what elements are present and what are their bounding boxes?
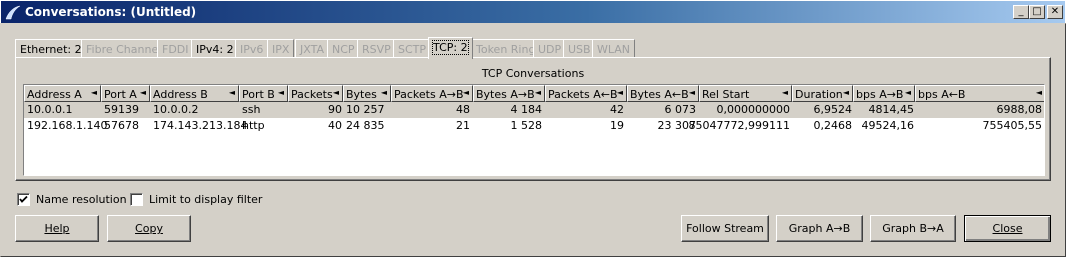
tab-jxta[interactable]: JXTA (295, 39, 329, 58)
sort-arrow-icon: ◄ (228, 88, 235, 97)
graph-b-to-a-button[interactable]: Graph B→A (870, 215, 956, 242)
copy-button[interactable]: Copy (107, 215, 191, 242)
col-header-rel-start[interactable]: Rel Start ◄ (699, 85, 792, 102)
close-button[interactable]: Close (964, 215, 1051, 242)
col-header-duration[interactable]: Duration ◄ (792, 85, 853, 102)
col-header-bytes[interactable]: Bytes ◄ (343, 85, 391, 102)
conversations-table[interactable]: Address A ◄ Port A ◄ Address B ◄ Port B ◄ Pa… (23, 84, 1045, 176)
col-header-port-a[interactable]: Port A ◄ (101, 85, 150, 102)
col-header-packets-a-to-b[interactable]: Packets A→B ◄ (391, 85, 473, 102)
sort-arrow-icon: ◄ (90, 88, 97, 97)
sort-arrow-icon: ◄ (139, 88, 146, 97)
tab-token-ring[interactable]: Token Ring (471, 39, 541, 58)
maximize-icon: □ (1032, 6, 1042, 17)
graph-a-to-b-button[interactable]: Graph A→B (776, 215, 863, 242)
sort-arrow-icon: ◄ (781, 88, 788, 97)
title-bar[interactable]: Conversations: (Untitled) _ □ ✕ (0, 0, 1066, 23)
limit-filter-box[interactable] (130, 193, 143, 206)
tab-fibre-channel[interactable]: Fibre Channel (81, 39, 167, 58)
help-button[interactable]: Help (15, 215, 99, 242)
name-resolution-box[interactable] (17, 193, 30, 206)
sort-arrow-icon: ◄ (332, 88, 339, 97)
limit-filter-label: Limit to display filter (149, 193, 263, 206)
col-header-port-b[interactable]: Port B ◄ (239, 85, 288, 102)
sort-arrow-icon: ◄ (616, 88, 623, 97)
sort-arrow-icon: ◄ (534, 88, 541, 97)
sort-arrow-icon: ◄ (904, 88, 911, 97)
table-row[interactable]: 192.168.1.140 57678 174.143.213.184 http… (24, 118, 1044, 134)
tab-ipv6[interactable]: IPv6 (235, 39, 269, 58)
sort-arrow-icon: ◄ (688, 88, 695, 97)
table-row[interactable]: 10.0.0.1 59139 10.0.0.2 ssh 90 10 257 48… (24, 102, 1044, 118)
tab-tcp[interactable]: TCP: 2 (428, 37, 473, 59)
sort-arrow-icon: ◄ (1035, 88, 1042, 97)
checkmark-icon (19, 195, 28, 203)
col-header-bps-a-to-b[interactable]: bps A→B ◄ (853, 85, 915, 102)
tab-wlan[interactable]: WLAN (592, 39, 636, 58)
tab-ethernet[interactable]: Ethernet: 2 (15, 39, 87, 58)
col-header-bytes-b-to-a[interactable]: Bytes A←B ◄ (627, 85, 699, 102)
col-header-address-a[interactable]: Address A ◄ (24, 85, 101, 102)
col-header-bytes-a-to-b[interactable]: Bytes A→B ◄ (473, 85, 545, 102)
table-title: TCP Conversations (481, 67, 585, 80)
tab-usb[interactable]: USB (563, 39, 596, 58)
tab-ipx[interactable]: IPX (267, 39, 295, 58)
window-title: Conversations: (Untitled) (25, 5, 197, 19)
minimize-button[interactable]: _ (1013, 5, 1029, 19)
sort-arrow-icon: ◄ (380, 88, 387, 97)
maximize-button[interactable]: □ (1029, 5, 1045, 19)
col-header-packets[interactable]: Packets ◄ (288, 85, 343, 102)
tab-ipv4[interactable]: IPv4: 2 (191, 39, 239, 58)
col-header-packets-b-to-a[interactable]: Packets A←B ◄ (545, 85, 627, 102)
tab-sctp[interactable]: SCTP (393, 39, 432, 58)
table-header: Address A ◄ Port A ◄ Address B ◄ Port B ◄ Pa… (24, 85, 1044, 102)
tab-udp[interactable]: UDP (533, 39, 567, 58)
col-header-address-b[interactable]: Address B ◄ (150, 85, 239, 102)
tab-ncp[interactable]: NCP (327, 39, 360, 58)
tab-rsvp[interactable]: RSVP (357, 39, 396, 58)
tab-panel: TCP Conversations Address A ◄ Port A ◄ Add… (15, 57, 1051, 181)
name-resolution-label: Name resolution (36, 193, 127, 206)
close-window-button[interactable]: ✕ (1047, 5, 1063, 19)
follow-stream-button[interactable]: Follow Stream (681, 215, 769, 242)
col-header-bps-b-to-a[interactable]: bps A←B ◄ (915, 85, 1044, 102)
close-icon: ✕ (1050, 6, 1060, 17)
tab-fddi[interactable]: FDDI (157, 39, 194, 58)
minimize-icon: _ (1018, 6, 1024, 17)
wireshark-fin-icon (5, 5, 21, 20)
sort-arrow-icon: ◄ (842, 88, 849, 97)
sort-arrow-icon: ◄ (462, 88, 469, 97)
sort-arrow-icon: ◄ (277, 88, 284, 97)
